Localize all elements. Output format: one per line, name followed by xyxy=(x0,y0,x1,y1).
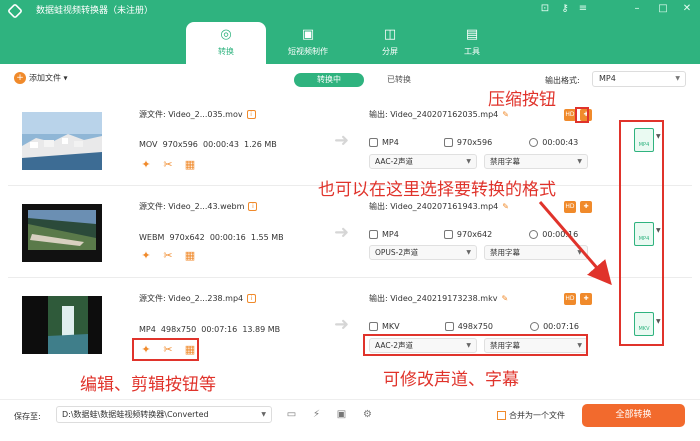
gpu-icon[interactable]: ▣ xyxy=(334,407,349,422)
flash-off-icon[interactable]: ⚡ xyxy=(309,407,324,422)
chevron-down-icon: ▼ xyxy=(261,411,266,418)
checkbox-icon xyxy=(497,411,506,420)
folder-icon[interactable]: ▭ xyxy=(284,407,299,422)
save-to-label: 保存至: xyxy=(14,412,41,421)
settings-icon[interactable]: ⚙ xyxy=(360,407,375,422)
annotation-arrow xyxy=(538,201,612,286)
convert-all-button[interactable]: 全部转换 xyxy=(582,404,685,427)
bottom-bar: 保存至: D:\数据蛙\数据蛙视频转换器\Converted ▼ ▭ ⚡ ▣ ⚙… xyxy=(0,399,700,441)
save-path-value: D:\数据蛙\数据蛙视频转换器\Converted xyxy=(62,410,209,419)
merge-label: 合并为一个文件 xyxy=(509,411,565,420)
save-path-select[interactable]: D:\数据蛙\数据蛙视频转换器\Converted ▼ xyxy=(56,406,272,423)
merge-checkbox[interactable]: 合并为一个文件 xyxy=(497,410,565,421)
